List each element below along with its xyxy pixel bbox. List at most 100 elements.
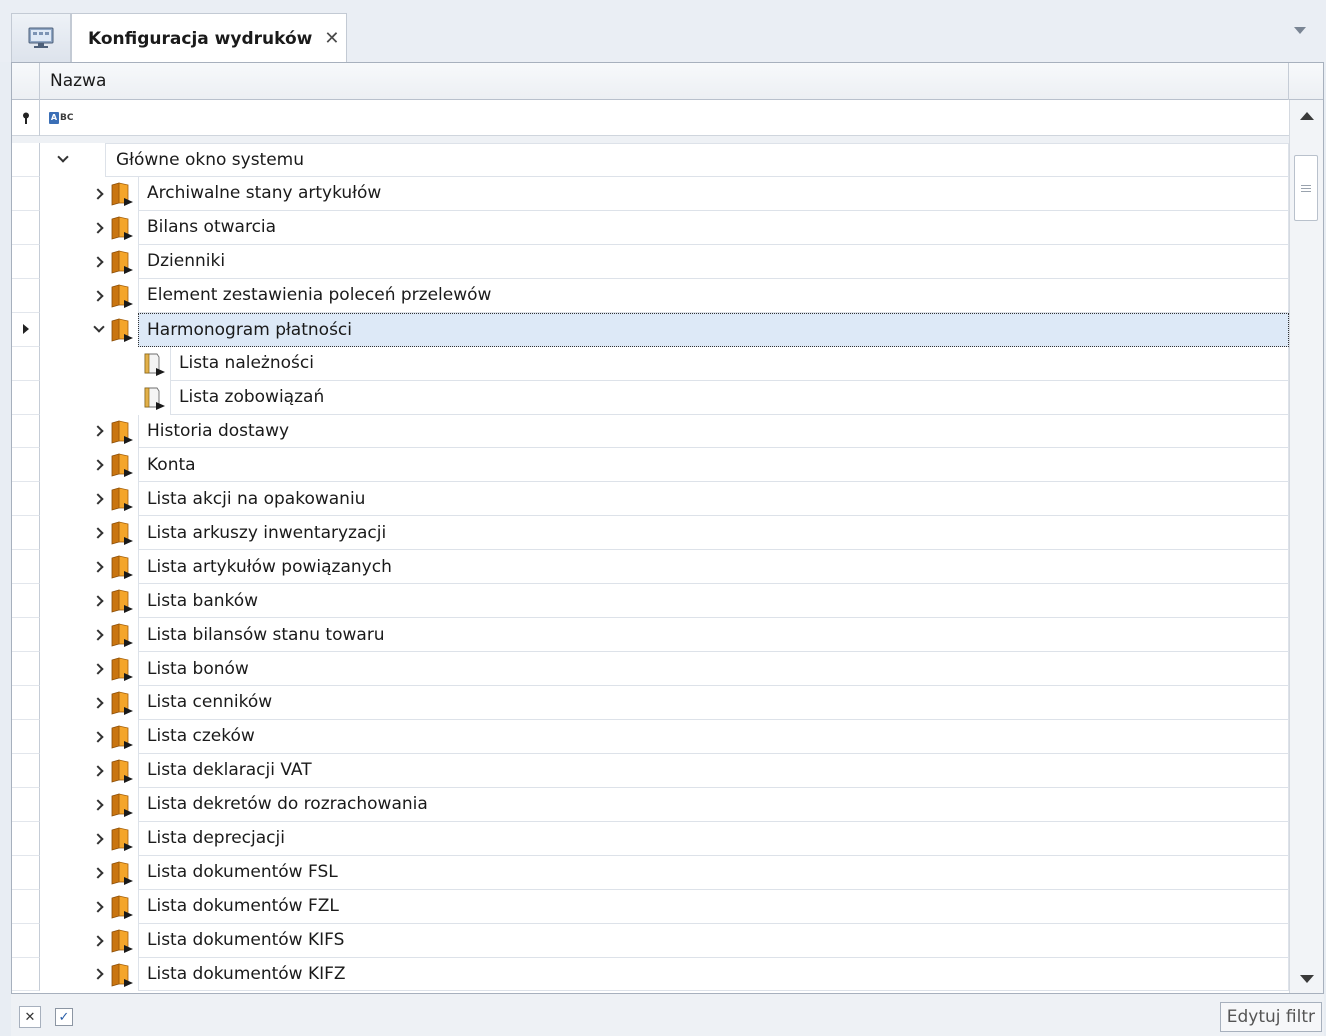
expand-chevron-right-icon[interactable] [88,448,110,482]
row-indicator [12,821,40,856]
tree-row[interactable]: Historia dostawy [12,414,1289,449]
scroll-thumb[interactable] [1294,155,1318,221]
expand-chevron-right-icon[interactable] [88,686,110,720]
expand-chevron-right-icon[interactable] [88,482,110,516]
expand-chevron-right-icon[interactable] [88,822,110,856]
vertical-scrollbar[interactable] [1289,100,1323,993]
tree-node-label: Harmonogram płatności [138,312,1289,347]
folder-icon [109,589,135,614]
expand-chevron-right-icon[interactable] [88,584,110,618]
collapse-chevron-down-icon[interactable] [52,143,74,177]
folder-icon [109,318,135,342]
tree-node-label: Historia dostawy [138,414,1289,449]
tree-row[interactable]: Lista akcji na opakowaniu [12,482,1289,517]
row-indicator [12,719,40,754]
tree-row[interactable]: Lista deprecjacji [12,821,1289,856]
tree-row[interactable]: Harmonogram płatności [12,312,1289,347]
tree-node-label: Lista bonów [138,652,1289,686]
folder-icon [109,487,135,512]
tree-row-root[interactable]: Główne okno systemu [12,143,1289,177]
tree-node-label: Lista artykułów powiązanych [138,550,1289,585]
tree-row[interactable]: Lista bilansów stanu towaru [12,618,1289,653]
tree-node-label: Lista czeków [138,719,1289,754]
row-indicator [12,278,40,313]
expand-chevron-right-icon[interactable] [88,516,110,550]
tree-row[interactable]: Lista dokumentów FZL [12,889,1289,924]
tree-node-label: Element zestawienia poleceń przelewów [138,278,1289,313]
expand-chevron-right-icon[interactable] [88,245,110,279]
collapse-chevron-down-icon[interactable] [88,313,110,347]
tree-node-label: Lista zobowiązań [170,380,1289,415]
row-indicator [12,143,40,177]
tree-row[interactable]: Lista czeków [12,719,1289,754]
scroll-up-arrow-icon[interactable] [1300,112,1314,120]
expand-chevron-right-icon[interactable] [88,788,110,822]
tree-row[interactable]: Lista należności [12,346,1289,381]
row-indicator [12,516,40,551]
focus-arrow-icon [22,324,29,335]
report-icon [141,352,167,376]
clear-filter-close-icon[interactable]: ✕ [19,1006,41,1028]
tree-row[interactable]: Dzienniki [12,244,1289,279]
folder-icon [109,929,135,953]
expand-chevron-right-icon[interactable] [88,652,110,686]
expand-chevron-right-icon[interactable] [88,618,110,652]
tree-row[interactable]: Lista arkuszy inwentaryzacji [12,516,1289,551]
edit-filter-button[interactable]: Edytuj filtr [1219,1002,1322,1032]
expand-chevron-right-icon[interactable] [88,211,110,245]
expand-chevron-right-icon[interactable] [88,415,110,449]
column-header-nazwa[interactable]: Nazwa [40,63,1289,100]
tree-row[interactable]: Lista dekretów do rozrachowania [12,787,1289,822]
tree-row[interactable]: Lista dokumentów KIFS [12,923,1289,958]
filter-cell-nazwa[interactable]: A BC [40,100,1289,136]
row-indicator [12,346,40,381]
tree-row[interactable]: Konta [12,448,1289,483]
tree-row[interactable]: Lista zobowiązań [12,380,1289,415]
report-icon [141,386,167,410]
tree-row[interactable]: Lista artykułów powiązanych [12,550,1289,585]
tree-row[interactable]: Lista bonów [12,652,1289,686]
row-indicator-header [12,63,40,100]
row-indicator [12,210,40,245]
enable-filter-checkbox[interactable]: ✓ [55,1008,73,1026]
desktop-tab[interactable] [11,13,71,62]
expand-chevron-right-icon[interactable] [88,550,110,584]
focused-row-indicator [12,312,40,347]
folder-icon [109,793,135,817]
tree-row[interactable]: Lista cenników [12,686,1289,720]
tree-row[interactable]: Element zestawienia poleceń przelewów [12,278,1289,313]
expand-chevron-right-icon[interactable] [88,279,110,313]
tree-row[interactable]: Lista banków [12,584,1289,619]
folder-icon [109,521,135,546]
tree-row[interactable]: Lista deklaracji VAT [12,753,1289,788]
scroll-down-arrow-icon[interactable] [1300,975,1314,983]
expand-chevron-right-icon[interactable] [88,177,110,211]
tree-node-label: Lista deklaracji VAT [138,753,1289,788]
tab-overflow-chevron-down-icon[interactable] [1294,27,1306,34]
expand-chevron-right-icon[interactable] [88,754,110,788]
tab-konfiguracja-wydrukow[interactable]: Konfiguracja wydruków ✕ [71,13,347,63]
tree-node-label: Lista bilansów stanu towaru [138,618,1289,653]
close-tab-icon[interactable]: ✕ [324,29,339,48]
row-indicator [12,652,40,686]
row-indicator [12,889,40,924]
row-indicator [12,957,40,992]
tree-rows: Główne okno systemu Archiwalne stany art… [12,143,1289,993]
expand-chevron-right-icon[interactable] [88,720,110,754]
expand-chevron-right-icon[interactable] [88,958,110,992]
folder-icon [109,725,135,749]
row-indicator [12,414,40,449]
tree-row[interactable]: Archiwalne stany artykułów [12,176,1289,211]
row-indicator [12,584,40,619]
tree-row[interactable]: Lista dokumentów KIFZ [12,957,1289,992]
filter-separator [12,136,1289,143]
expand-chevron-right-icon[interactable] [88,924,110,958]
tree-row[interactable]: Lista dokumentów FSL [12,855,1289,890]
expand-chevron-right-icon[interactable] [88,890,110,924]
tree-row[interactable]: Bilans otwarcia [12,210,1289,245]
row-indicator [12,618,40,653]
tree-node-label: Główne okno systemu [105,143,1289,177]
pin-icon[interactable] [12,100,40,136]
folder-icon [109,453,135,478]
expand-chevron-right-icon[interactable] [88,856,110,890]
